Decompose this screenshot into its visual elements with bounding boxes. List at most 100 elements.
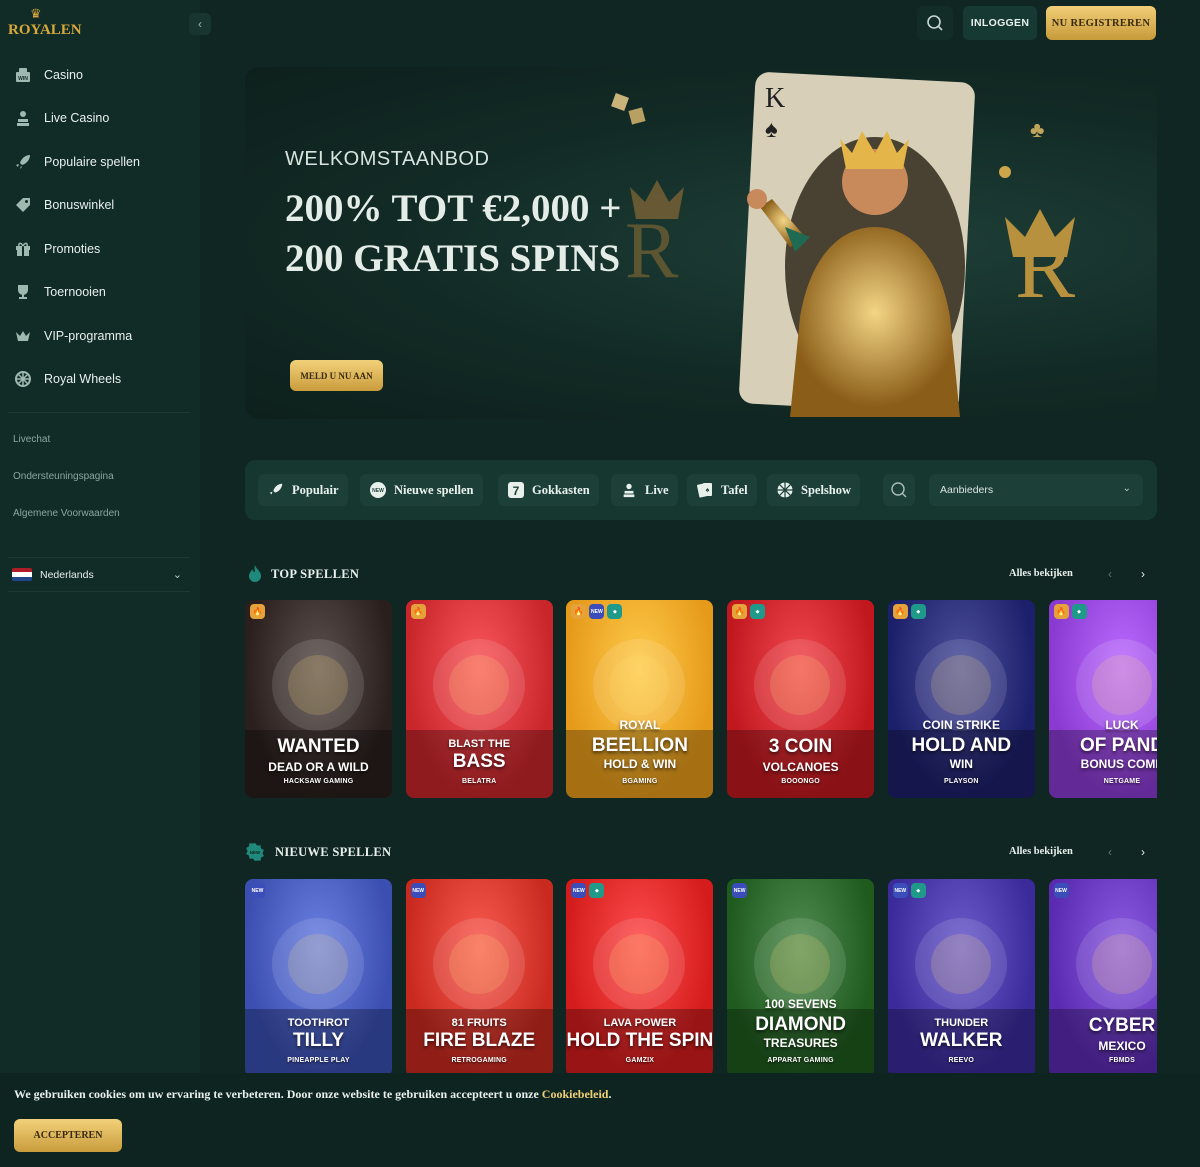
top-games-next-button[interactable]: › [1131,562,1155,586]
game-badges: 🔥 [410,604,426,619]
dealer-icon [14,109,32,127]
filter-chip-gokkasten[interactable]: 7 Gokkasten [498,474,599,506]
rocket-icon [267,481,285,499]
chevron-down-icon: ⌄ [1122,483,1131,494]
hot-badge-icon: 🔥 [571,604,587,619]
game-title-line2: VOLCANOES [762,760,839,774]
game-card[interactable]: 🔥 WANTED DEAD OR A WILD HACKSAW GAMING [245,600,392,798]
game-title-line2: HOLD THE SPIN [566,1030,714,1051]
game-title-line3: HOLD & WIN [603,757,677,771]
sidebar-item-vip-programma[interactable]: VIP-programma [0,314,200,358]
game-badges: NEW [1053,883,1069,898]
game-card[interactable]: NEW CYBER MEXICO FBMDS [1048,879,1157,1077]
login-button[interactable]: INLOGGEN [963,6,1037,40]
game-title-line1: THUNDER [934,1017,989,1029]
jackpot-gem-icon: ◆ [910,883,926,898]
top-games-prev-button[interactable]: ‹ [1098,562,1122,586]
game-badges: NEW ◆ [571,883,605,898]
language-selector[interactable]: Nederlands ⌄ [8,557,190,592]
sidebar-item-toernooien[interactable]: Toernooien [0,271,200,315]
sidebar-item-live-casino[interactable]: Live Casino [0,97,200,141]
game-title-line1: CYBER [1088,1015,1156,1036]
game-badges: 🔥 ◆ [1053,604,1087,619]
hot-badge-icon: 🔥 [250,604,265,619]
sidebar-item-promoties[interactable]: Promoties [0,227,200,271]
game-title-line2: BASS [452,751,506,772]
hero-signup-button[interactable]: MELD U NU AAN [290,360,383,391]
sidebar-item-populaire-spellen[interactable]: Populaire spellen [0,140,200,184]
game-title-line2: TILLY [292,1030,345,1051]
game-card[interactable]: NEW ◆ LAVA POWER HOLD THE SPIN GAMZIX [566,879,714,1077]
chevron-left-icon: ‹ [198,17,202,31]
top-games-view-all[interactable]: Alles bekijken [1009,568,1073,579]
collapse-sidebar-button[interactable]: ‹ [189,13,211,35]
game-card[interactable]: 🔥 ◆ 3 COIN VOLCANOES BOOONGO [727,600,875,798]
game-card[interactable]: NEW 81 FRUITS FIRE BLAZE RETROGAMING [405,879,553,1077]
game-provider: RETROGAMING [451,1057,507,1064]
gift-icon [14,240,32,258]
new-games-next-button[interactable]: › [1131,840,1155,864]
cookie-policy-link[interactable]: Cookiebeleid [542,1087,609,1101]
cookie-banner: We gebruiken cookies om uw ervaring te v… [0,1073,1200,1167]
svg-text:♠: ♠ [765,116,778,143]
game-badges: NEW [732,883,748,898]
game-card[interactable]: 🔥 BLAST THE BASS BELATRA [405,600,553,798]
game-search-button[interactable] [883,474,915,506]
filter-chip-live[interactable]: Live [611,474,678,506]
support-link[interactable]: Ondersteuningspagina [13,471,114,482]
filter-chip-spelshow[interactable]: Spelshow [767,474,861,506]
game-card[interactable]: NEW ◆ THUNDER WALKER REEVO [887,879,1035,1077]
new-games-prev-button[interactable]: ‹ [1098,840,1122,864]
new-badge-icon: NEW [250,883,265,898]
game-title-line2: DEAD OR A WILD [268,760,369,774]
game-title-line2: MEXICO [1098,1039,1146,1053]
sidebar-item-casino[interactable]: WIN Casino [0,53,200,97]
game-card[interactable]: 🔥 ◆ COIN STRIKE HOLD AND WIN PLAYSON [887,600,1035,798]
game-provider: NETGAME [1103,778,1141,785]
search-button[interactable] [917,6,953,40]
new-badge-icon: NEW [589,604,605,619]
new-badge-icon: NEW [732,883,748,898]
filter-chip-populair[interactable]: Populair [258,474,348,506]
new-badge-icon: NEW [369,481,387,499]
game-title-line1: COIN STRIKE [922,718,1000,732]
svg-text:♣: ♣ [1030,117,1044,142]
filter-chip-tafel[interactable]: ♠ Tafel [687,474,757,506]
new-badge-icon: NEW [1053,883,1069,898]
game-provider: REEVO [948,1057,975,1064]
livechat-link[interactable]: Livechat [13,434,50,445]
game-card[interactable]: 🔥 ◆ LUCK OF PAND BONUS COME NETGAME [1048,600,1157,798]
game-provider: HACKSAW GAMING [283,778,354,785]
royalen-logo[interactable]: ♛ ROYALEN [8,7,82,40]
game-title-line1: 81 FRUITS [451,1017,507,1029]
svg-text:NEW: NEW [372,488,384,494]
game-card[interactable]: NEW TOOTHROT TILLY PINEAPPLE PLAY [245,879,392,1077]
flame-icon [245,564,265,584]
game-title-line1: 100 SEVENS [764,997,837,1011]
register-button[interactable]: NU REGISTREREN [1046,6,1156,40]
hot-badge-icon: 🔥 [1053,604,1069,619]
game-provider: FBMDS [1109,1057,1135,1064]
hero-banner[interactable]: R R K ♠ ♣ WELKOMSTAANBOD 200% TOT €2,000… [245,67,1157,419]
new-badge-icon: NEW [892,883,908,898]
game-card[interactable]: 🔥 NEW ◆ ROYAL BEELLION HOLD & WIN BGAMING [566,600,714,798]
wheel-icon [776,481,794,499]
filter-chip-nieuwe-spellen[interactable]: NEW Nieuwe spellen [360,474,483,506]
new-games-header: NEW NIEUWE SPELLEN Alles bekijken ‹ › [245,840,1157,864]
game-title-line2: WALKER [920,1030,1003,1051]
sidebar-item-royal-wheels[interactable]: Royal Wheels [0,358,200,402]
accept-cookies-button[interactable]: ACCEPTEREN [14,1119,122,1152]
game-provider: PINEAPPLE PLAY [287,1057,350,1064]
game-badges: 🔥 ◆ [732,604,766,619]
svg-text:NEW: NEW [250,850,261,855]
game-badges: NEW [250,883,265,898]
sidebar-item-bonuswinkel[interactable]: Bonuswinkel [0,184,200,228]
game-card[interactable]: NEW 100 SEVENS DIAMOND TREASURES APPARAT GAM… [727,879,875,1077]
providers-dropdown[interactable]: Aanbieders ⌄ [929,474,1143,506]
terms-link[interactable]: Algemene Voorwaarden [13,508,120,519]
trophy-icon [14,283,32,301]
game-title-line1: 3 COIN [768,736,833,757]
svg-text:7: 7 [513,484,520,498]
new-games-view-all[interactable]: Alles bekijken [1009,846,1073,857]
svg-text:♠: ♠ [706,486,710,494]
